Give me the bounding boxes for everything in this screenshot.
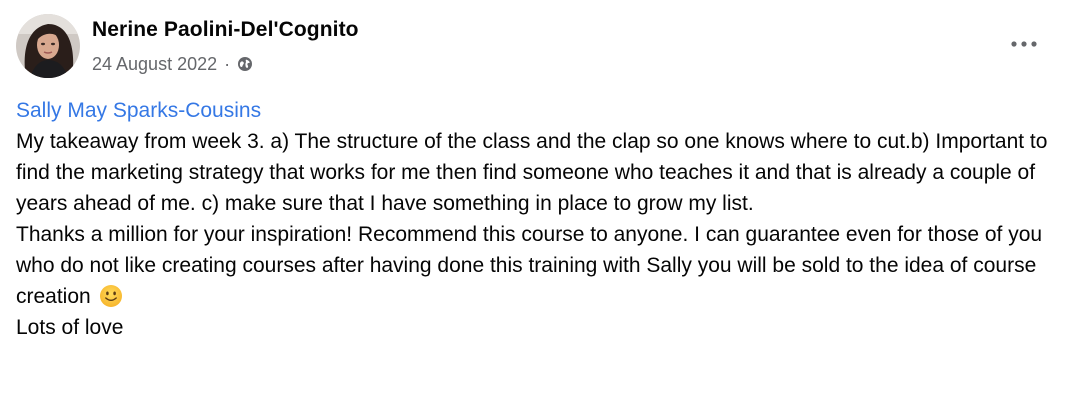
post-body: Sally May Sparks-Cousins My takeaway fro… — [16, 95, 1056, 343]
post-paragraph-1: My takeaway from week 3. a) The structur… — [16, 130, 1048, 215]
more-horizontal-icon — [1011, 41, 1037, 47]
post-card: Nerine Paolini-Del'Cognito 24 August 202… — [0, 0, 1074, 404]
mention-link[interactable]: Sally May Sparks-Cousins — [16, 95, 1056, 126]
post-paragraph-2: Thanks a million for your inspiration! R… — [16, 219, 1056, 312]
more-options-button[interactable] — [1004, 26, 1044, 62]
author-name[interactable]: Nerine Paolini-Del'Cognito — [92, 18, 359, 42]
globe-icon[interactable] — [236, 55, 254, 73]
avatar-photo — [16, 14, 80, 78]
post-paragraph-3: Lots of love — [16, 316, 124, 339]
slightly-smiling-face-icon — [99, 284, 123, 308]
post-paragraph-2-text: Thanks a million for your inspiration! R… — [16, 223, 1043, 308]
post-meta: 24 August 2022 · — [92, 53, 254, 75]
avatar[interactable] — [16, 14, 80, 78]
meta-separator: · — [224, 53, 231, 74]
post-date[interactable]: 24 August 2022 — [92, 54, 217, 75]
